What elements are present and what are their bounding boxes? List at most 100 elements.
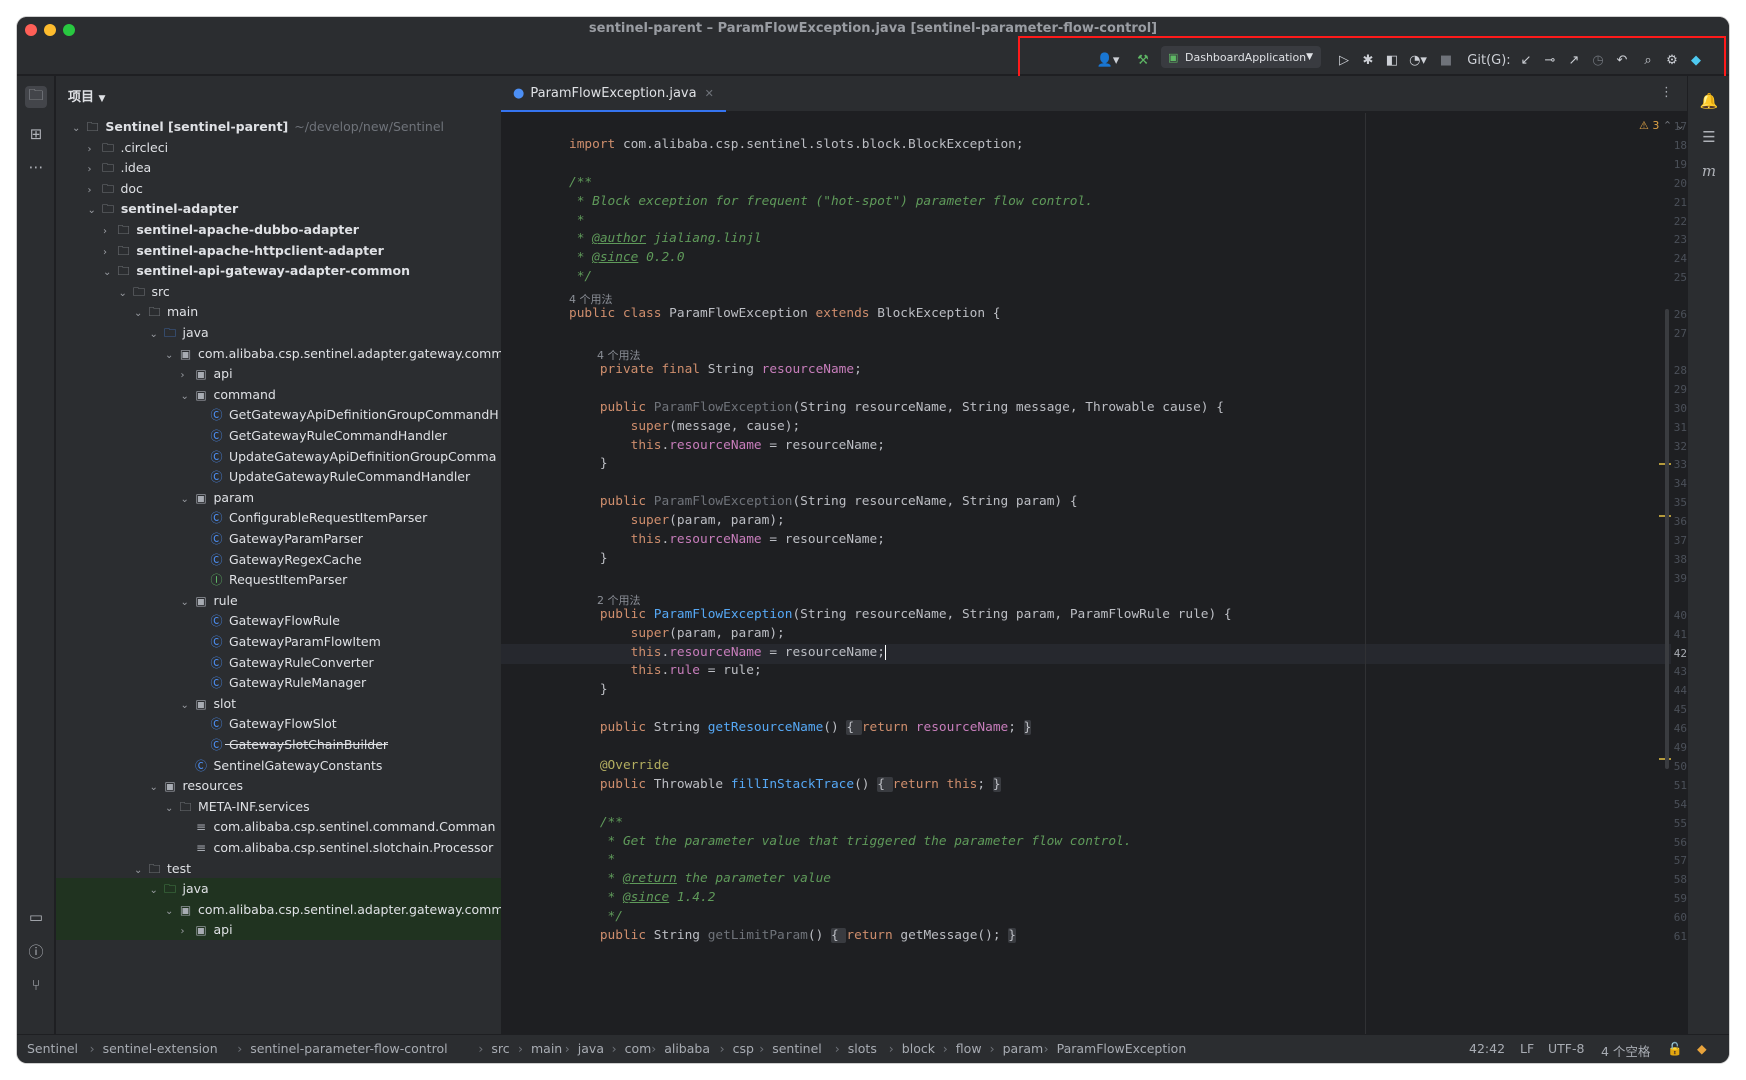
tree-item[interactable]: ⌄ ▣ com.alibaba.csp.sentinel.adapter.gate… (56, 343, 501, 364)
code-line[interactable]: */ (569, 269, 592, 284)
breadcrumb-item[interactable]: slots (848, 1041, 877, 1056)
chevron-down-icon[interactable]: ⌄ (150, 777, 162, 796)
git-commit-icon[interactable]: ⊸ (1539, 49, 1561, 71)
code-line[interactable]: public Throwable fillInStackTrace() { re… (569, 776, 1001, 792)
tree-item[interactable]: Ⓘ RequestItemParser (56, 569, 501, 590)
tree-item[interactable]: › 🗀 sentinel-apache-dubbo-adapter (56, 219, 501, 240)
code-line[interactable]: super(param, param); (569, 626, 785, 641)
code-line[interactable]: * @return the parameter value (569, 871, 831, 886)
caret-position[interactable]: 42:42 (1469, 1041, 1505, 1056)
chevron-down-icon[interactable]: ⌄ (103, 262, 115, 281)
tree-item[interactable]: Ⓒ GatewayFlowSlot (56, 713, 501, 734)
code-line[interactable]: public ParamFlowException(String resourc… (569, 494, 1078, 509)
tree-item[interactable]: Ⓒ GatewayRuleManager (56, 672, 501, 693)
usages-hint[interactable]: 4 个用法 (597, 347, 641, 363)
tree-item[interactable]: ⌄ ▣ command (56, 384, 501, 405)
database-icon[interactable]: ☰ (1698, 126, 1720, 148)
tree-item[interactable]: ≡ com.alibaba.csp.sentinel.command.Comma… (56, 816, 501, 837)
breadcrumb-item[interactable]: src (491, 1041, 509, 1056)
chevron-down-icon[interactable]: ⌄ (72, 118, 84, 137)
tree-item[interactable]: ⌄ 🗀 META-INF.services (56, 796, 501, 817)
tree-item[interactable]: ⌄ 🗀 src (56, 281, 501, 302)
coverage-icon[interactable]: ◧ (1381, 49, 1403, 71)
debug-icon[interactable]: ✱ (1357, 49, 1379, 71)
chevron-down-icon[interactable]: ⌄ (134, 860, 146, 879)
tree-item[interactable]: ⌄ ▣ com.alibaba.csp.sentinel.adapter.gate… (56, 898, 501, 920)
warning-indicator[interactable]: ⚠ 3 ⌃ ⌄ (1639, 119, 1685, 132)
tab-menu-icon[interactable]: ⋮ (1660, 85, 1673, 100)
tree-item[interactable]: Ⓒ GetGatewayRuleCommandHandler (56, 425, 501, 446)
line-separator[interactable]: LF (1520, 1041, 1534, 1056)
tree-item[interactable]: Ⓒ GatewayRuleConverter (56, 652, 501, 673)
indent-setting[interactable]: 4 个空格 (1601, 1041, 1650, 1060)
tree-item[interactable]: › 🗀 .idea (56, 157, 501, 178)
tree-item[interactable]: › ▣ api (56, 919, 501, 941)
tree-item[interactable]: › 🗀 .circleci (56, 137, 501, 158)
chevron-right-icon[interactable]: › (103, 242, 115, 261)
tree-item[interactable]: ⌄ 🗀 java (56, 322, 501, 343)
tree-item[interactable]: › ▣ api (56, 363, 501, 384)
tree-item[interactable]: Ⓒ GatewayParamFlowItem (56, 631, 501, 652)
git-push-icon[interactable]: ↗ (1563, 49, 1585, 71)
breadcrumb-item[interactable]: param (1003, 1041, 1044, 1056)
code-line[interactable]: /** (569, 815, 623, 830)
tree-item[interactable]: Ⓒ GatewayParamParser (56, 528, 501, 549)
code-line[interactable]: public String getResourceName() { return… (569, 720, 1032, 736)
breadcrumb-item[interactable]: com (625, 1041, 652, 1056)
breadcrumb-item[interactable]: java (578, 1041, 604, 1056)
tree-item[interactable]: ⌄ 🗀 test (56, 858, 501, 879)
tree-item[interactable]: ⌄ 🗀 sentinel-adapter (56, 198, 501, 219)
terminal-icon[interactable]: ▭ (25, 906, 47, 928)
code-line[interactable]: * @since 0.2.0 (569, 250, 685, 265)
structure-icon[interactable]: ⊞ (25, 123, 47, 145)
tab-paramflowexception[interactable]: ● ParamFlowException.java ✕ (501, 76, 726, 112)
code-line[interactable]: this.resourceName = resourceName; (569, 644, 886, 660)
project-panel-header[interactable]: 项目 ▼ (68, 86, 105, 105)
breadcrumb-item[interactable]: block (902, 1041, 935, 1056)
chevron-right-icon[interactable]: › (88, 139, 100, 158)
code-line[interactable]: this.resourceName = resourceName; (569, 438, 885, 453)
settings-gear-icon[interactable]: ⚙ (1661, 49, 1683, 71)
chevron-right-icon[interactable]: › (88, 180, 100, 199)
tree-item[interactable]: Ⓒ SentinelGatewayConstants (56, 755, 501, 776)
chevron-right-icon[interactable]: › (181, 365, 193, 384)
more-icon[interactable]: ⋯ (25, 156, 47, 178)
git-branch-icon[interactable]: ⑂ (25, 974, 47, 996)
tree-item[interactable]: ≡ com.alibaba.csp.sentinel.slotchain.Pro… (56, 837, 501, 858)
chevron-down-icon[interactable]: ⌄ (165, 901, 177, 920)
profile-icon[interactable]: ◔▾ (1403, 49, 1433, 71)
run-configuration-dropdown[interactable]: ▣ DashboardApplication ▼ (1161, 46, 1321, 68)
breadcrumb-item[interactable]: sentinel-extension (103, 1041, 218, 1056)
code-line[interactable]: } (569, 551, 608, 566)
tree-item[interactable]: ⌄ 🗀 Sentinel [sentinel-parent] ~/develop/n… (56, 116, 501, 137)
code-line[interactable]: @Override (569, 758, 669, 773)
tree-item[interactable]: ⌄ 🗀 java (56, 878, 501, 900)
code-editor[interactable]: 17 18 import com.alibaba.csp.sentinel.slot… (501, 113, 1687, 1034)
editor-scrollbar[interactable] (1665, 309, 1669, 769)
usages-hint[interactable]: 4 个用法 (569, 291, 613, 307)
tree-item[interactable]: Ⓒ UpdateGatewayApiDefinitionGroupComma (56, 446, 501, 467)
code-line[interactable]: */ (569, 909, 623, 924)
tree-item[interactable]: Ⓒ UpdateGatewayRuleCommandHandler (56, 466, 501, 487)
breadcrumb-item[interactable]: csp (733, 1041, 754, 1056)
account-icon[interactable]: 👤▾ (1094, 49, 1122, 71)
code-line[interactable]: * Block exception for frequent ("hot-spo… (569, 194, 1093, 209)
chevron-down-icon[interactable]: ⌄ (134, 303, 146, 322)
chevron-down-icon[interactable]: ⌄ (88, 200, 100, 219)
code-line[interactable]: import com.alibaba.csp.sentinel.slots.bl… (569, 137, 1024, 152)
chevron-down-icon[interactable]: ⌄ (165, 345, 177, 364)
code-line[interactable]: public class ParamFlowException extends … (569, 306, 1000, 321)
file-encoding[interactable]: UTF-8 (1548, 1041, 1584, 1056)
code-line[interactable]: public ParamFlowException(String resourc… (569, 607, 1232, 622)
ai-assistant-icon[interactable]: ◆ (1685, 49, 1707, 71)
breadcrumb-item[interactable]: flow (956, 1041, 982, 1056)
usages-hint[interactable]: 2 个用法 (597, 592, 641, 608)
code-line[interactable]: * (569, 852, 616, 867)
problems-icon[interactable]: ⓘ (25, 940, 47, 962)
chevron-down-icon[interactable]: ⌄ (181, 386, 193, 405)
code-line[interactable]: * @author jialiang.linjl (569, 231, 762, 246)
lock-icon[interactable]: 🔓 (1667, 1041, 1683, 1057)
tree-item[interactable]: Ⓒ ConfigurableRequestItemParser (56, 507, 501, 528)
code-line[interactable]: private final String resourceName; (569, 362, 862, 377)
tree-item[interactable]: › 🗀 doc (56, 178, 501, 199)
